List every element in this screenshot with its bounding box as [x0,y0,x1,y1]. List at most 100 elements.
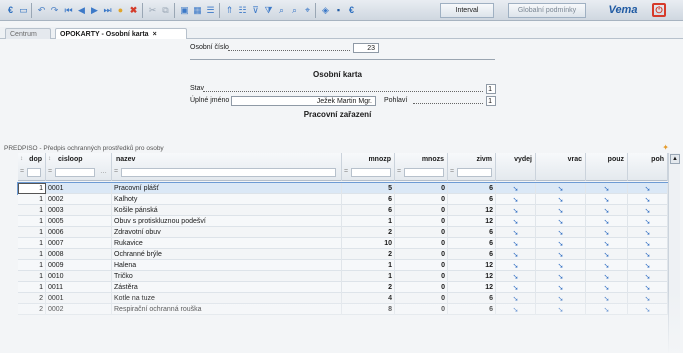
poh-arrow-icon[interactable]: ➘ [628,249,668,260]
help-icon[interactable]: ▪ [332,3,345,17]
cell-mnozs[interactable]: 0 [395,205,448,216]
cell-nazev[interactable]: Zástěra [112,282,342,293]
poh-arrow-icon[interactable]: ➘ [628,260,668,271]
vrac-arrow-icon[interactable]: ➘ [536,271,586,282]
vydej-arrow-icon[interactable]: ➘ [496,216,536,227]
cell-zivm[interactable]: 12 [448,216,496,227]
filter-more-icon[interactable]: … [100,168,107,175]
cell-nazev[interactable]: Pracovní plášť [112,183,342,194]
cell-zivm[interactable]: 6 [448,293,496,304]
vrac-arrow-icon[interactable]: ➘ [536,205,586,216]
cell-cisloop[interactable]: 0009 [46,260,112,271]
prev-icon[interactable]: ◀ [75,3,88,17]
cell-mnozp[interactable]: 1 [342,271,395,282]
vrac-arrow-icon[interactable]: ➘ [536,282,586,293]
poh-arrow-icon[interactable]: ➘ [628,227,668,238]
cell-cisloop[interactable]: 0002 [46,304,112,315]
table-icon[interactable]: ▦ [191,3,204,17]
table-row[interactable]: 2 0001 Kotle na tuze 4 0 6 ➘ ➘ ➘ ➘ [18,293,668,304]
close-icon[interactable]: × [153,31,157,38]
cell-mnozs[interactable]: 0 [395,194,448,205]
cell-cisloop[interactable]: 0006 [46,227,112,238]
vydej-arrow-icon[interactable]: ➘ [496,293,536,304]
tab-opokarty[interactable]: OPOKARTY - Osobní karta × [55,28,187,39]
refresh-icon[interactable]: ◈ [319,3,332,17]
cell-nazev[interactable]: Ochranné brýle [112,249,342,260]
cell-nazev[interactable]: Halena [112,260,342,271]
uplne-jmeno-field[interactable]: Ježek Martin Mgr. [231,96,376,106]
vrac-arrow-icon[interactable]: ➘ [536,304,586,315]
cell-mnozs[interactable]: 0 [395,304,448,315]
vydej-arrow-icon[interactable]: ➘ [496,304,536,315]
pouz-arrow-icon[interactable]: ➘ [586,183,628,194]
delete-icon[interactable]: ✖ [127,3,140,17]
vydej-arrow-icon[interactable]: ➘ [496,238,536,249]
cell-zivm[interactable]: 6 [448,304,496,315]
cell-cisloop[interactable]: 0008 [46,249,112,260]
cell-dop[interactable]: 1 [18,260,46,271]
table-row[interactable]: 1 0006 Zdravotní obuv 2 0 6 ➘ ➘ ➘ ➘ [18,227,668,238]
redo-icon[interactable]: ↷ [48,3,61,17]
cell-cisloop[interactable]: 0005 [46,216,112,227]
cell-dop[interactable]: 1 [18,282,46,293]
global-conditions-button[interactable]: Globalní podmínky [508,3,586,18]
table-row[interactable]: 1 0008 Ochranné brýle 2 0 6 ➘ ➘ ➘ ➘ [18,249,668,260]
cell-mnozs[interactable]: 0 [395,293,448,304]
cell-zivm[interactable]: 6 [448,238,496,249]
filter-zivm-input[interactable] [457,168,492,177]
vydej-arrow-icon[interactable]: ➘ [496,194,536,205]
pouz-arrow-icon[interactable]: ➘ [586,205,628,216]
vrac-arrow-icon[interactable]: ➘ [536,238,586,249]
settings-icon[interactable]: € [345,3,358,17]
table-row[interactable]: 1 0009 Halena 1 0 12 ➘ ➘ ➘ ➘ [18,260,668,271]
poh-arrow-icon[interactable]: ➘ [628,205,668,216]
column-header-mnozs[interactable]: mnozs = [395,153,448,181]
column-header-cisloop[interactable]: ↕ cisloop = … [46,153,112,181]
vydej-arrow-icon[interactable]: ➘ [496,282,536,293]
cell-mnozp[interactable]: 4 [342,293,395,304]
pouz-arrow-icon[interactable]: ➘ [586,304,628,315]
cell-dop[interactable]: 1 [18,249,46,260]
cell-nazev[interactable]: Rukavice [112,238,342,249]
cell-zivm[interactable]: 12 [448,282,496,293]
poh-arrow-icon[interactable]: ➘ [628,293,668,304]
table-row[interactable]: 1 0002 Kalhoty 6 0 6 ➘ ➘ ➘ ➘ [18,194,668,205]
cell-zivm[interactable]: 6 [448,183,496,194]
cell-cisloop[interactable]: 0002 [46,194,112,205]
vrac-arrow-icon[interactable]: ➘ [536,216,586,227]
cell-mnozs[interactable]: 0 [395,238,448,249]
cell-nazev[interactable]: Respirační ochranná rouška [112,304,342,315]
pouz-arrow-icon[interactable]: ➘ [586,271,628,282]
vrac-arrow-icon[interactable]: ➘ [536,293,586,304]
cell-nazev[interactable]: Kalhoty [112,194,342,205]
pouz-arrow-icon[interactable]: ➘ [586,238,628,249]
cell-dop[interactable]: 1 [18,238,46,249]
cell-mnozp[interactable]: 6 [342,194,395,205]
cell-dop[interactable]: 1 [18,205,46,216]
cell-mnozs[interactable]: 0 [395,260,448,271]
cell-mnozp[interactable]: 2 [342,249,395,260]
tab-centrum[interactable]: Centrum [5,28,51,39]
interval-button[interactable]: Interval [440,3,494,18]
poh-arrow-icon[interactable]: ➘ [628,216,668,227]
column-header-vydej[interactable]: vydej [496,153,536,181]
cell-cisloop[interactable]: 0011 [46,282,112,293]
pouz-arrow-icon[interactable]: ➘ [586,227,628,238]
poh-arrow-icon[interactable]: ➘ [628,183,668,194]
cell-mnozp[interactable]: 2 [342,227,395,238]
app-icon[interactable]: € [4,3,17,17]
table-row[interactable]: 1 0005 Obuv s protiskluznou podešví 1 0 12 ➘ ➘ ➘… [18,216,668,227]
scroll-up-icon[interactable]: ▲ [670,154,680,164]
cell-zivm[interactable]: 12 [448,260,496,271]
cell-mnozp[interactable]: 1 [342,216,395,227]
cell-zivm[interactable]: 12 [448,271,496,282]
exit-icon[interactable]: ⏻ [652,3,666,17]
cell-mnozs[interactable]: 0 [395,183,448,194]
grid-scrollbar[interactable]: ▲ [668,153,680,353]
cell-nazev[interactable]: Košile pánská [112,205,342,216]
vydej-arrow-icon[interactable]: ➘ [496,260,536,271]
filter-dop-input[interactable] [27,168,41,177]
pouz-arrow-icon[interactable]: ➘ [586,260,628,271]
filter-mnozs-input[interactable] [404,168,444,177]
cell-mnozp[interactable]: 2 [342,282,395,293]
